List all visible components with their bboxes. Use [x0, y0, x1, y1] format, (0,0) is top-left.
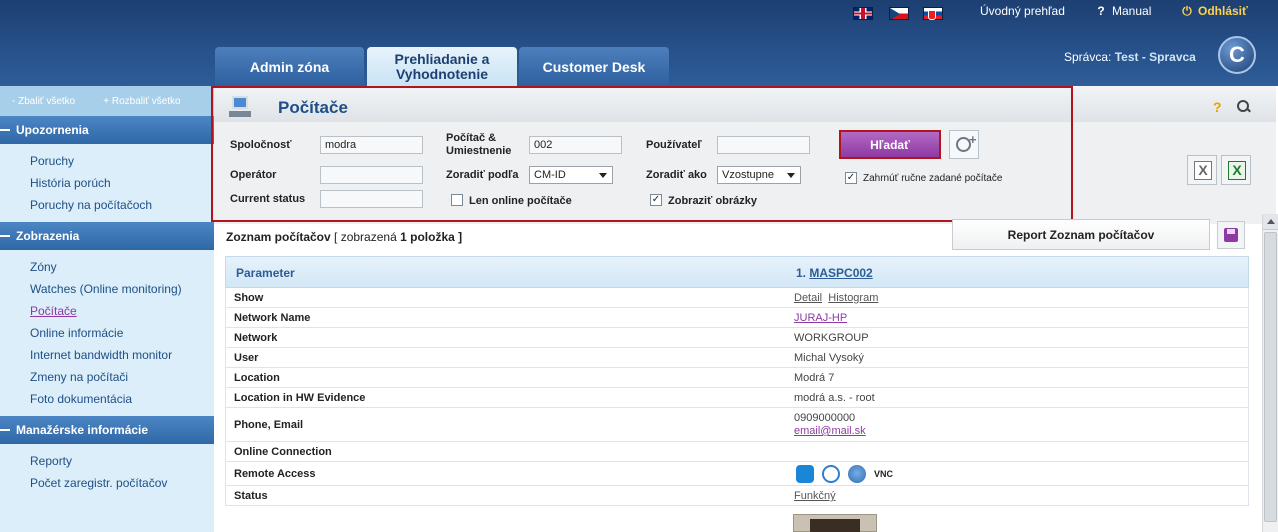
computer-link[interactable]: MASPC002	[809, 266, 872, 280]
scroll-up-icon[interactable]	[1263, 214, 1278, 230]
network-name-link[interactable]: JURAJ-HP	[794, 312, 847, 324]
collapse-dash-icon	[0, 235, 10, 237]
sidebar: - Zbaliť všetko + Rozbaliť všetko Upozor…	[0, 86, 214, 532]
tab-admin-zona[interactable]: Admin zóna	[215, 47, 364, 86]
col-parameter: Parameter	[236, 266, 295, 280]
sidebar-item-pocitace[interactable]: Počítače	[30, 300, 214, 322]
sidebar-item-pocet-zaregistr[interactable]: Počet zaregistr. počítačov	[30, 472, 214, 494]
help-icon[interactable]: ?	[1213, 99, 1222, 115]
tab-prehliadanie[interactable]: Prehliadanie a Vyhodnotenie	[367, 47, 517, 86]
excel-icon: X	[1232, 162, 1242, 178]
scroll-thumb[interactable]	[1264, 232, 1277, 522]
excel-icon: X	[1198, 162, 1208, 178]
logout-link[interactable]: ⏻ Odhlásiť	[1180, 4, 1248, 19]
network-globe-icon[interactable]	[848, 465, 866, 483]
excel-export-gray-button[interactable]: X	[1187, 155, 1217, 185]
tab-customer-desk[interactable]: Customer Desk	[519, 47, 669, 86]
collapse-all-link[interactable]: - Zbaliť všetko	[12, 96, 89, 107]
highlight-frame	[211, 86, 1073, 222]
search-toggle-icon[interactable]	[1237, 100, 1251, 114]
tab-line2: Vyhodnotenie	[395, 65, 489, 82]
header-bar: Úvodný prehľad ? Manual ⏻ Odhlásiť Admin z…	[0, 0, 1278, 86]
content-scrollbar[interactable]	[1262, 214, 1278, 532]
tab-line1: Prehliadanie a	[394, 50, 490, 67]
cz-flag-icon[interactable]	[889, 7, 909, 20]
table-row: Status Funkčný	[225, 486, 1249, 506]
question-icon: ?	[1097, 4, 1105, 18]
sidebar-item-zony[interactable]: Zóny	[30, 256, 214, 278]
teamviewer-icon[interactable]	[796, 465, 814, 483]
table-row: Network WORKGROUP	[225, 328, 1249, 348]
detail-link[interactable]: Detail	[794, 292, 822, 304]
email-link[interactable]: email@mail.sk	[794, 425, 866, 437]
table-header: Parameter 1. MASPC002	[225, 256, 1249, 288]
table-row: Network Name JURAJ-HP	[225, 308, 1249, 328]
table-row: Online Connection	[225, 442, 1249, 462]
collapse-dash-icon	[0, 429, 10, 431]
table-row: User Michal Vysoký	[225, 348, 1249, 368]
overview-link[interactable]: Úvodný prehľad	[980, 4, 1065, 18]
sidebar-item-watches[interactable]: Watches (Online monitoring)	[30, 278, 214, 300]
histogram-link[interactable]: Histogram	[828, 292, 878, 304]
vnc-icon[interactable]: VNC	[874, 465, 900, 483]
table-row: Show Detail Histogram	[225, 288, 1249, 308]
table-row: Phone, Email 0909000000 email@mail.sk	[225, 408, 1249, 442]
status-link[interactable]: Funkčný	[794, 490, 836, 502]
admin-info: Správca: Test - Spravca	[1064, 50, 1196, 64]
sidebar-item-historia-poruch[interactable]: História porúch	[30, 172, 214, 194]
sidebar-section-zobrazenia[interactable]: Zobrazenia	[0, 222, 214, 250]
col-item: 1. MASPC002	[796, 266, 873, 280]
table-row: Remote Access VNC	[225, 462, 1249, 486]
sidebar-item-bandwidth-monitor[interactable]: Internet bandwidth monitor	[30, 344, 214, 366]
computers-table: Parameter 1. MASPC002 Show Detail Histog…	[225, 256, 1249, 506]
uk-flag-icon[interactable]	[853, 7, 873, 20]
sidebar-item-reporty[interactable]: Reporty	[30, 450, 214, 472]
table-row: Location in HW Evidence modrá a.s. - roo…	[225, 388, 1249, 408]
remote-desktop-icon[interactable]	[822, 465, 840, 483]
sk-flag-icon[interactable]	[923, 7, 943, 20]
list-title: Zoznam počítačov [ zobrazená 1 položka ]	[226, 230, 463, 244]
sidebar-item-poruchy-na-pocitacoch[interactable]: Poruchy na počítačoch	[30, 194, 214, 216]
sidebar-item-poruchy[interactable]: Poruchy	[30, 150, 214, 172]
expand-all-link[interactable]: + Rozbaliť všetko	[103, 96, 194, 107]
sidebar-item-foto-dokumentacia[interactable]: Foto dokumentácia	[30, 388, 214, 410]
sidebar-section-manazerske[interactable]: Manažérske informácie	[0, 416, 214, 444]
admin-name[interactable]: Test - Spravca	[1115, 50, 1196, 64]
sidebar-item-zmeny-na-pocitaci[interactable]: Zmeny na počítači	[30, 366, 214, 388]
computer-photo-thumbnail[interactable]	[793, 514, 877, 532]
sidebar-toolbar: - Zbaliť všetko + Rozbaliť všetko	[0, 86, 214, 116]
manual-link[interactable]: ? Manual	[1094, 4, 1151, 18]
power-icon: ⏻	[1182, 4, 1192, 18]
sidebar-item-online-informacie[interactable]: Online informácie	[30, 322, 214, 344]
collapse-dash-icon	[0, 129, 10, 131]
excel-export-button[interactable]: X	[1221, 155, 1251, 185]
table-row: Location Modrá 7	[225, 368, 1249, 388]
sidebar-section-upozornenia[interactable]: Upozornenia	[0, 116, 214, 144]
save-icon[interactable]	[1217, 221, 1245, 249]
app-logo: C	[1218, 36, 1256, 74]
report-button[interactable]: Report Zoznam počítačov	[952, 219, 1210, 250]
